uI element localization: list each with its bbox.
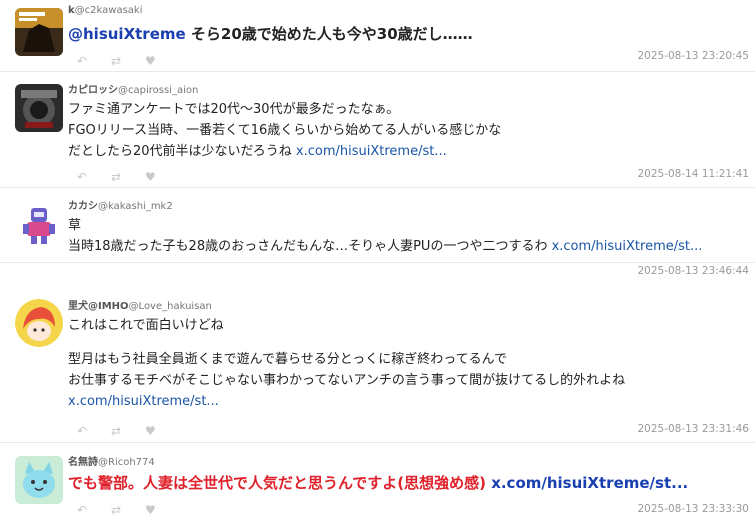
tweet-actions: ↶ ⇄ ♥	[77, 425, 159, 437]
tweet-line: お仕事するモチベがそこじゃない事わかってないアンチの言う事って間が抜けてるし的外…	[68, 373, 626, 388]
timestamp[interactable]: 2025-08-13 23:20:45	[637, 50, 749, 62]
tweet-line: ファミ通アンケートでは20代〜30代が最多だったなぁ。	[68, 102, 400, 117]
timeline-feed: k@c2kawasaki @hisuiXtreme そら20歳で始めた人も今や3…	[0, 0, 755, 524]
tweet-text: @hisuiXtreme そら20歳で始めた人も今や30歳だし……	[68, 23, 747, 45]
tweet-text: 草 当時18歳だった子も28歳のおっさんだもんな…そりゃ人妻PUの一つや二つする…	[68, 215, 747, 257]
timestamp[interactable]: 2025-08-13 23:33:30	[637, 503, 749, 515]
car-cockpit-icon	[15, 84, 63, 132]
retweet-icon[interactable]: ⇄	[111, 55, 125, 67]
tweet-link[interactable]: x.com/hisuiXtreme/st...	[552, 239, 703, 254]
horse-book-cover-icon	[15, 8, 63, 56]
reply-icon[interactable]: ↶	[77, 171, 91, 183]
tweet-header: カピロッシ@capirossi_aion	[68, 81, 198, 96]
retweet-icon[interactable]: ⇄	[111, 504, 125, 516]
tweet-line: 草	[68, 218, 82, 233]
user-handle[interactable]: @c2kawasaki	[75, 5, 143, 16]
tweet-text: でも警部。人妻は全世代で人気だと思うんですよ(思想強め感) x.com/hisu…	[68, 472, 747, 494]
user-avatar[interactable]	[15, 299, 63, 347]
tweet-line: 当時18歳だった子も28歳のおっさんだもんな…そりゃ人妻PUの一つや二つするわ …	[68, 239, 703, 254]
user-handle[interactable]: @kakashi_mk2	[98, 201, 173, 212]
tweet: 名無詩@Ricoh774 でも警部。人妻は全世代で人気だと思うんですよ(思想強め…	[0, 443, 755, 524]
tweet-link[interactable]: x.com/hisuiXtreme/st...	[491, 474, 688, 492]
display-name[interactable]: カピロッシ	[68, 85, 118, 96]
user-handle[interactable]: @Ricoh774	[98, 457, 155, 468]
user-avatar[interactable]	[15, 200, 63, 248]
reply-icon[interactable]: ↶	[77, 55, 91, 67]
timestamp[interactable]: 2025-08-14 11:21:41	[637, 168, 749, 180]
display-name[interactable]: 名無詩	[68, 457, 98, 468]
heart-icon[interactable]: ♥	[145, 425, 159, 437]
display-name[interactable]: 里犬@IMHO	[68, 301, 129, 312]
reply-icon[interactable]: ↶	[77, 504, 91, 516]
user-avatar[interactable]	[15, 8, 63, 56]
tweet-actions: ↶ ⇄ ♥	[77, 171, 159, 183]
user-handle[interactable]: @Love_hakuisan	[129, 301, 212, 312]
tweet-text-main: でも警部。人妻は全世代で人気だと思うんですよ(思想強め感)	[68, 474, 492, 492]
tweet-text-main: そら20歳で始めた人も今や30歳だし……	[185, 25, 473, 43]
heart-icon[interactable]: ♥	[145, 171, 159, 183]
tweet-link[interactable]: x.com/hisuiXtreme/st...	[296, 144, 447, 159]
tweet: カピロッシ@capirossi_aion ファミ通アンケートでは20代〜30代が…	[0, 72, 755, 188]
user-avatar[interactable]	[15, 84, 63, 132]
tweet-text: ファミ通アンケートでは20代〜30代が最多だったなぁ。 FGOリリース当時、一番…	[68, 99, 747, 162]
timestamp[interactable]: 2025-08-13 23:31:46	[637, 423, 749, 435]
tweet-header: 名無詩@Ricoh774	[68, 453, 155, 468]
user-avatar[interactable]	[15, 456, 63, 504]
cat-mascot-icon	[15, 456, 63, 504]
tweet-line: x.com/hisuiXtreme/st...	[68, 391, 747, 412]
tweet-actions: ↶ ⇄ ♥	[77, 504, 159, 516]
tweet: k@c2kawasaki @hisuiXtreme そら20歳で始めた人も今や3…	[0, 0, 755, 72]
heart-icon[interactable]: ♥	[145, 55, 159, 67]
user-handle[interactable]: @capirossi_aion	[118, 85, 198, 96]
retweet-icon[interactable]: ⇄	[111, 425, 125, 437]
tweet-line: だとしたら20代前半は少ないだろうね x.com/hisuiXtreme/st.…	[68, 144, 447, 159]
mention-link[interactable]: @hisuiXtreme	[68, 25, 186, 43]
tweet-link[interactable]: x.com/hisuiXtreme/st...	[68, 394, 219, 409]
heart-icon[interactable]: ♥	[145, 504, 159, 516]
tweet-line: FGOリリース当時、一番若くて16歳くらいから始めてる人がいる感じかな	[68, 123, 502, 138]
display-name[interactable]: カカシ	[68, 201, 98, 212]
tweet-line: これはこれで面白いけどね	[68, 318, 224, 333]
anime-girl-icon	[15, 299, 63, 347]
display-name[interactable]: k	[68, 5, 75, 16]
tweet: 里犬@IMHO@Love_hakuisan これはこれで面白いけどね 型月はもう…	[0, 263, 755, 443]
tweet: カカシ@kakashi_mk2 草 当時18歳だった子も28歳のおっさんだもんな…	[0, 188, 755, 277]
tweet-line: 型月はもう社員全員逝くまで遊んで暮らせる分とっくに稼ぎ終わってるんで	[68, 352, 508, 367]
tweet-actions: ↶ ⇄ ♥	[77, 55, 159, 67]
reply-icon[interactable]: ↶	[77, 425, 91, 437]
retweet-icon[interactable]: ⇄	[111, 171, 125, 183]
tweet-header: k@c2kawasaki	[68, 5, 142, 16]
robot-figure-icon	[15, 200, 63, 248]
tweet-header: カカシ@kakashi_mk2	[68, 197, 173, 212]
tweet-header: 里犬@IMHO@Love_hakuisan	[68, 297, 212, 312]
tweet-text: これはこれで面白いけどね 型月はもう社員全員逝くまで遊んで暮らせる分とっくに稼ぎ…	[68, 315, 747, 412]
